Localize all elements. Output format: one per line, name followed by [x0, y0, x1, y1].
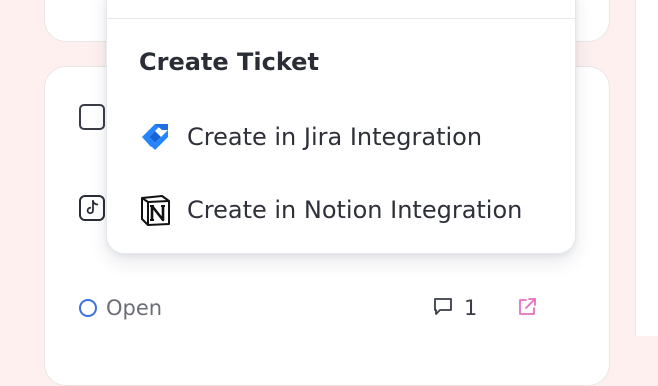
comments-button[interactable]: 1 — [432, 295, 477, 321]
menu-item-label: Create in Notion Integration — [187, 196, 523, 224]
menu-item-create-notion[interactable]: Create in Notion Integration — [137, 190, 522, 230]
menu-item-label: Create in Jira Integration — [187, 123, 483, 151]
notion-icon — [137, 192, 173, 228]
right-panel-edge — [635, 0, 658, 336]
menu-item-create-jira[interactable]: Create in Jira Integration — [137, 117, 482, 157]
comment-count: 1 — [464, 296, 478, 320]
dropdown-divider — [107, 18, 575, 19]
comment-icon — [432, 295, 454, 321]
create-ticket-dropdown: Create Ticket Create in Jira Integration… — [106, 0, 576, 254]
status-label: Open — [106, 296, 163, 320]
select-checkbox[interactable] — [79, 104, 105, 130]
status-circle-icon — [79, 299, 97, 317]
status-indicator[interactable]: Open — [79, 296, 162, 320]
dropdown-section-title: Create Ticket — [139, 48, 319, 76]
tiktok-icon — [79, 195, 105, 221]
external-link-icon[interactable] — [516, 296, 538, 318]
jira-icon — [137, 119, 173, 155]
